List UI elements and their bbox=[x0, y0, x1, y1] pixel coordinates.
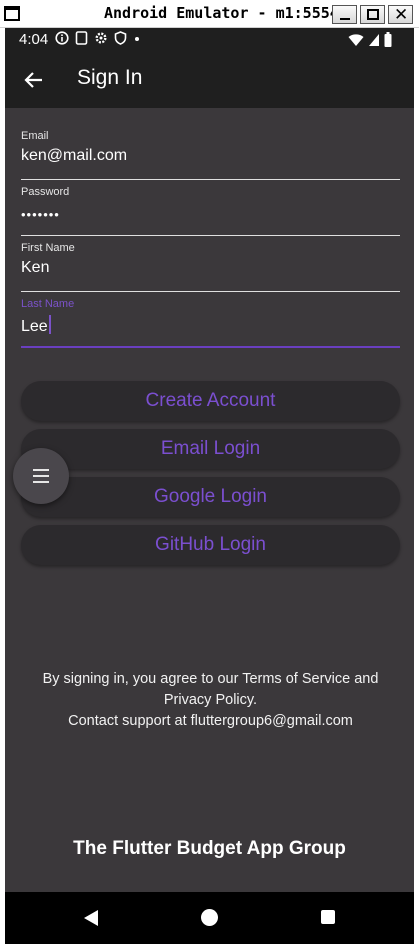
password-input[interactable]: ••••••• bbox=[21, 207, 60, 222]
first-name-underline bbox=[21, 291, 400, 292]
terms-line-2: Privacy Policy. bbox=[163, 692, 258, 708]
wifi-icon bbox=[348, 33, 364, 51]
first-name-input[interactable]: Ken bbox=[21, 259, 49, 277]
email-input[interactable]: ken@mail.com bbox=[21, 147, 127, 165]
password-field[interactable]: Password ••••••• bbox=[21, 186, 400, 242]
settings-icon bbox=[94, 31, 108, 50]
last-name-value: Lee bbox=[21, 318, 48, 335]
window-menu-icon[interactable] bbox=[4, 6, 20, 21]
text-cursor bbox=[48, 315, 51, 334]
email-label: Email bbox=[21, 130, 49, 142]
github-login-button[interactable]: GitHub Login bbox=[21, 525, 400, 565]
window-titlebar: Android Emulator - m1:5554 ✕ bbox=[0, 0, 419, 28]
minimize-icon bbox=[340, 18, 350, 20]
back-button[interactable] bbox=[19, 65, 49, 95]
dot-icon bbox=[133, 31, 141, 50]
terms-text: By signing in, you agree to our Terms of… bbox=[21, 669, 400, 732]
status-system-icons bbox=[348, 32, 392, 51]
terms-line-1: By signing in, you agree to our Terms of… bbox=[42, 671, 379, 687]
first-name-label: First Name bbox=[21, 242, 75, 254]
menu-button[interactable] bbox=[13, 448, 69, 504]
nav-back-icon[interactable] bbox=[84, 910, 98, 926]
password-label: Password bbox=[21, 186, 70, 198]
close-button[interactable]: ✕ bbox=[388, 5, 413, 25]
support-contact: Contact support at fluttergroup6@gmail.c… bbox=[68, 713, 353, 729]
nav-recents-icon[interactable] bbox=[321, 910, 335, 924]
screenshot-icon bbox=[75, 31, 88, 50]
maximize-icon bbox=[367, 9, 379, 20]
create-account-button[interactable]: Create Account bbox=[21, 381, 400, 421]
maximize-button[interactable] bbox=[360, 5, 385, 24]
app-bar: Sign In bbox=[5, 52, 414, 108]
navigation-bar bbox=[5, 892, 414, 944]
page-title: Sign In bbox=[77, 66, 143, 89]
minimize-button[interactable] bbox=[332, 5, 357, 24]
email-field[interactable]: Email ken@mail.com bbox=[21, 130, 400, 186]
last-name-input[interactable]: Lee bbox=[21, 315, 51, 336]
last-name-label: Last Name bbox=[21, 298, 75, 310]
google-login-button[interactable]: Google Login bbox=[21, 477, 400, 517]
window-title: Android Emulator - m1:5554 bbox=[104, 4, 339, 22]
email-underline bbox=[21, 179, 400, 180]
password-underline bbox=[21, 235, 400, 236]
battery-icon bbox=[384, 32, 392, 51]
last-name-field[interactable]: Last Name Lee bbox=[21, 298, 400, 354]
email-login-button[interactable]: Email Login bbox=[21, 429, 400, 469]
device-screen: 4:04 Sign In Email ken@mail.com Password… bbox=[5, 28, 414, 944]
nav-home-icon[interactable] bbox=[201, 909, 218, 926]
close-icon: ✕ bbox=[394, 5, 409, 25]
signal-icon bbox=[368, 33, 380, 51]
group-title: The Flutter Budget App Group bbox=[73, 838, 346, 859]
shield-icon bbox=[114, 31, 127, 50]
arrow-left-icon bbox=[24, 72, 42, 88]
last-name-underline bbox=[21, 346, 400, 348]
info-icon bbox=[55, 31, 69, 50]
status-bar: 4:04 bbox=[5, 28, 414, 52]
first-name-field[interactable]: First Name Ken bbox=[21, 242, 400, 298]
status-notification-icons bbox=[55, 31, 141, 50]
status-time: 4:04 bbox=[19, 31, 49, 48]
